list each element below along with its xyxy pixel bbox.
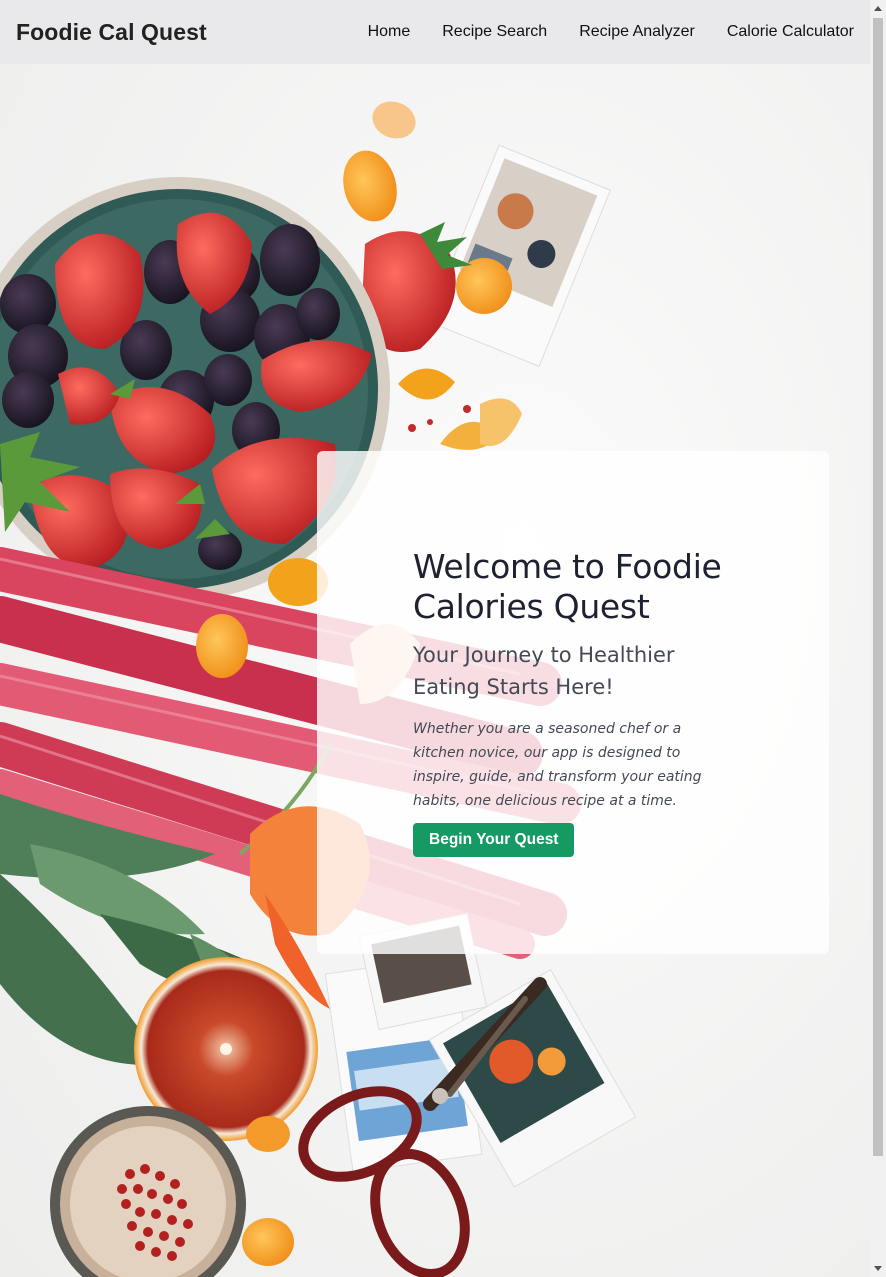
nav-link-recipe-analyzer[interactable]: Recipe Analyzer [579,23,695,41]
page-scrollbar[interactable] [870,0,886,1277]
hero-card: Welcome to Foodie Calories Quest Your Jo… [317,451,829,954]
nav-link-home[interactable]: Home [368,23,411,41]
nav-link-calorie-calculator[interactable]: Calorie Calculator [727,23,854,41]
nav-link-recipe-search[interactable]: Recipe Search [442,23,547,41]
hero-subtitle: Your Journey to Healthier Eating Starts … [413,643,675,699]
hero-title: Welcome to Foodie Calories Quest [413,547,722,626]
begin-quest-button[interactable]: Begin Your Quest [413,823,575,857]
brand-logo[interactable]: Foodie Cal Quest [16,19,207,46]
scrollbar-thumb[interactable] [873,18,883,1156]
scroll-down-arrow-icon[interactable] [870,1261,886,1277]
navbar: Foodie Cal Quest Home Recipe Search Reci… [0,0,870,64]
nav-menu: Home Recipe Search Recipe Analyzer Calor… [368,23,854,41]
scroll-up-arrow-icon[interactable] [870,0,886,16]
hero-description: Whether you are a seasoned chef or a kit… [413,721,702,809]
